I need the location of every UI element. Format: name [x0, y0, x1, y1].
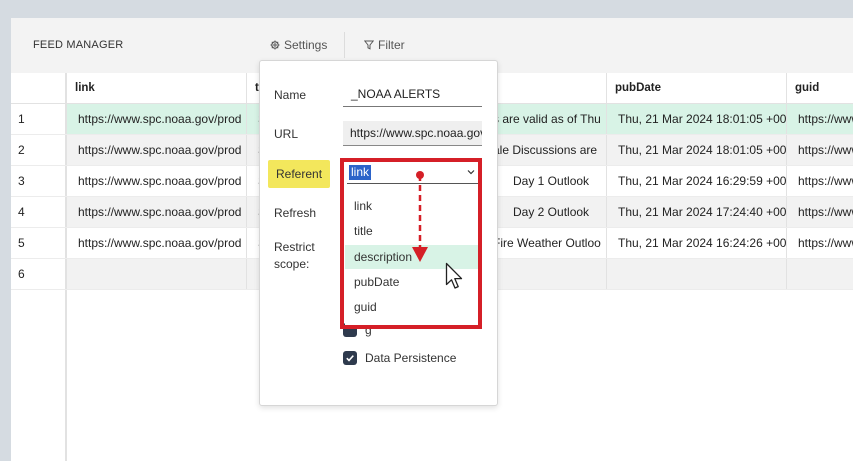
row-number: 2	[11, 135, 66, 165]
option-guid[interactable]: guid	[345, 295, 478, 319]
referent-label: Referent	[268, 160, 331, 188]
option-description[interactable]: description	[345, 245, 478, 269]
filter-label: Filter	[378, 38, 405, 52]
cell-description[interactable]: Day 2 Outlook	[483, 197, 606, 227]
cell-pubdate[interactable]: Thu, 21 Mar 2024 16:24:26 +00	[606, 228, 786, 258]
name-label: Name	[274, 88, 307, 102]
cell-link[interactable]: https://www.spc.noaa.gov/prod	[66, 104, 246, 134]
restrict-scope-label-line1: Restrict	[274, 240, 315, 254]
cell-pubdate[interactable]: Thu, 21 Mar 2024 17:24:40 +00	[606, 197, 786, 227]
data-persistence-row[interactable]: Data Persistence	[343, 351, 456, 365]
filter-button[interactable]: Filter	[364, 38, 405, 52]
name-field[interactable]: _NOAA ALERTS	[343, 82, 482, 107]
row-number-header	[11, 73, 66, 103]
cell-link[interactable]	[66, 259, 246, 289]
cell-guid[interactable]: https://www	[786, 104, 853, 134]
row-number: 4	[11, 197, 66, 227]
cell-guid[interactable]: https://www	[786, 135, 853, 165]
cell-guid[interactable]	[786, 259, 853, 289]
app-title: FEED MANAGER	[33, 39, 124, 51]
column-header-guid[interactable]: guid	[786, 73, 853, 103]
data-persistence-label: Data Persistence	[365, 351, 457, 365]
cell-description[interactable]: Day 1 Outlook	[483, 166, 606, 196]
row-number: 6	[11, 259, 66, 289]
referent-selected-value: link	[349, 165, 372, 180]
filter-icon	[364, 40, 374, 50]
url-field[interactable]: https://www.spc.noaa.gov	[343, 121, 482, 146]
settings-button[interactable]: Settings	[270, 38, 327, 52]
option-title[interactable]: title	[345, 219, 478, 243]
cell-link[interactable]: https://www.spc.noaa.gov/prod	[66, 166, 246, 196]
cell-pubdate[interactable]: Thu, 21 Mar 2024 16:29:59 +00	[606, 166, 786, 196]
cell-description[interactable]: s are valid as of Thu	[483, 104, 606, 134]
data-persistence-checkbox[interactable]	[343, 351, 357, 365]
settings-label: Settings	[284, 38, 328, 52]
toolbar-divider	[344, 32, 345, 58]
check-icon	[346, 355, 354, 362]
restrict-scope-label-line2: scope:	[274, 257, 310, 271]
option-link[interactable]: link	[345, 194, 478, 218]
chevron-down-icon	[467, 170, 475, 175]
row-number-gutter	[11, 290, 66, 461]
cell-link[interactable]: https://www.spc.noaa.gov/prod	[66, 228, 246, 258]
row-number: 1	[11, 104, 66, 134]
cell-pubdate[interactable]	[606, 259, 786, 289]
cell-description[interactable]: Fire Weather Outloo	[483, 228, 606, 258]
referent-dropdown-list: link title description pubDate guid	[345, 188, 478, 326]
cell-link[interactable]: https://www.spc.noaa.gov/prod	[66, 197, 246, 227]
row-number: 3	[11, 166, 66, 196]
row-number: 5	[11, 228, 66, 258]
cell-guid[interactable]: https://www	[786, 228, 853, 258]
referent-select[interactable]: link	[347, 162, 479, 184]
cell-guid[interactable]: https://www	[786, 197, 853, 227]
refresh-label: Refresh	[274, 206, 317, 220]
option-pubdate[interactable]: pubDate	[345, 270, 478, 294]
cell-description[interactable]: ale Discussions are	[483, 135, 606, 165]
cell-link[interactable]: https://www.spc.noaa.gov/prod	[66, 135, 246, 165]
column-divider	[66, 290, 67, 461]
cell-pubdate[interactable]: Thu, 21 Mar 2024 18:01:05 +00	[606, 135, 786, 165]
cell-guid[interactable]: https://www	[786, 166, 853, 196]
gear-icon	[270, 40, 280, 50]
cell-pubdate[interactable]: Thu, 21 Mar 2024 18:01:05 +00	[606, 104, 786, 134]
column-header-pubdate[interactable]: pubDate	[606, 73, 786, 103]
url-label: URL	[274, 127, 299, 141]
column-header-link[interactable]: link	[66, 73, 246, 103]
